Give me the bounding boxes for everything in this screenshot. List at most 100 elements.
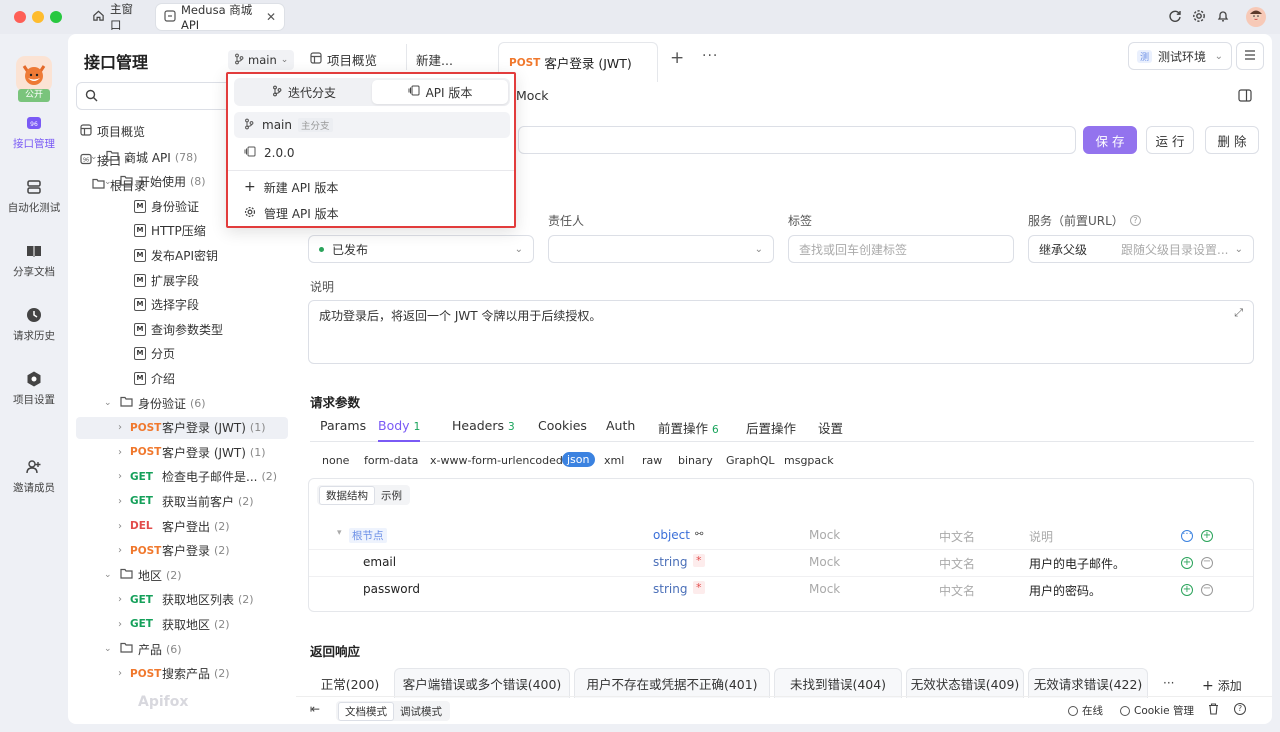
gear-icon[interactable] [1192,9,1206,26]
body-type-option[interactable]: GraphQL [726,454,775,467]
request-tab[interactable]: Cookies [538,418,587,442]
schema-field-description[interactable]: 说明 [1029,528,1053,545]
nav-invite-members[interactable]: 邀请成员 [0,458,68,495]
branch-option-main[interactable]: main 主分支 [234,112,510,138]
nav-project-settings[interactable]: 项目设置 [0,370,68,407]
more-options-icon[interactable]: ··· [1181,530,1193,542]
body-type-option[interactable]: none [322,454,349,467]
manage-api-version-button[interactable]: 管理 API 版本 [234,200,510,226]
add-tab-icon[interactable]: + [670,48,684,68]
help-icon[interactable]: ? [1129,215,1141,226]
tree-doc[interactable]: M 分页 [134,343,175,365]
segment-api-version[interactable]: API 版本 [372,80,508,104]
schema-field-cn-name[interactable]: 中文名 [939,582,975,599]
menu-button[interactable] [1236,42,1264,70]
tree-doc[interactable]: M 查询参数类型 [134,318,223,340]
request-tab[interactable]: Body 1 [378,418,421,442]
debug-mode-button[interactable]: 调试模式 [394,703,448,720]
tree-api[interactable]: › POST 搜索产品 (2) [118,663,230,685]
response-tab[interactable]: 无效状态错误(409) [906,668,1024,698]
tree-doc[interactable]: M 身份验证 [134,195,199,217]
response-tab[interactable]: 客户端错误或多个错误(400) [394,668,570,698]
tree-doc[interactable]: M 选择字段 [134,294,199,316]
body-type-option[interactable]: xml [604,454,624,467]
schema-field-name[interactable]: 根节点 [349,528,387,543]
response-tab[interactable]: 未找到错误(404) [774,668,902,698]
required-marker[interactable]: * [693,581,705,594]
body-type-option[interactable]: msgpack [784,454,834,467]
tree-folder[interactable]: ⌄ 产品 (6) [104,638,182,660]
schema-field-name[interactable]: password [363,582,420,596]
split-panel-icon[interactable] [1238,89,1252,105]
service-select[interactable]: 继承父级 跟随父级目录设置... ⌄ [1028,235,1254,263]
schema-field-mock[interactable]: Mock [809,555,840,569]
body-type-option[interactable]: form-data [364,454,418,467]
request-tab[interactable]: 后置操作 [746,418,796,442]
request-tab[interactable]: Headers 3 [452,418,515,442]
tree-folder[interactable]: ⌄ 商城 API (78) [90,146,197,168]
schema-field-name[interactable]: email [363,555,396,569]
link-icon[interactable]: ⚯ [695,529,703,540]
tree-api[interactable]: › GET 检查电子邮件是... (2) [118,466,277,488]
url-input[interactable] [518,126,1076,154]
tree-doc[interactable]: M 介绍 [134,367,175,389]
required-marker[interactable]: * [693,554,705,567]
request-tab[interactable]: 设置 [818,418,843,442]
version-option-2-0-0[interactable]: 2.0.0 [234,140,510,166]
tree-doc[interactable]: M HTTP压缩 [134,220,206,242]
schema-field-cn-name[interactable]: 中文名 [939,528,975,545]
schema-tab-structure[interactable]: 数据结构 [319,485,375,505]
help-icon[interactable]: ? [1234,703,1246,715]
add-sibling-icon[interactable]: + [1181,584,1193,596]
subtab-mock[interactable]: Mock [516,88,549,103]
online-status[interactable]: 在线 [1068,703,1103,718]
owner-select[interactable]: ⌄ [548,235,774,263]
status-select[interactable]: 已发布 ⌄ [308,235,534,263]
schema-field-mock[interactable]: Mock [809,582,840,596]
schema-field-description[interactable]: 用户的密码。 [1029,582,1101,599]
close-tab-icon[interactable]: ✕ [266,10,276,24]
tree-api[interactable]: › POST 客户登录 (JWT) (1) [118,441,266,463]
tree-api[interactable]: › DEL 客户登出 (2) [118,515,230,537]
schema-field-type[interactable]: object [653,528,690,542]
more-tabs-icon[interactable]: ··· [702,48,718,64]
save-button[interactable]: 保 存 [1083,126,1137,154]
tree-folder[interactable]: ⌄ 开始使用 (8) [104,171,206,193]
response-tab[interactable]: 用户不存在或凭据不正确(401) [574,668,770,698]
bell-icon[interactable] [1216,9,1230,26]
body-type-option[interactable]: json [562,452,595,467]
tree-folder[interactable]: ⌄ 地区 (2) [104,564,182,586]
schema-field-type[interactable]: string [653,582,687,596]
more-responses-icon[interactable]: ··· [1163,676,1174,690]
add-child-icon[interactable]: + [1201,530,1213,542]
new-api-version-button[interactable]: + 新建 API 版本 [234,174,510,200]
tree-api[interactable]: › GET 获取当前客户 (2) [118,490,254,512]
tree-folder[interactable]: ⌄ 身份验证 (6) [104,392,206,414]
schema-field-mock[interactable]: Mock [809,528,840,542]
request-tab[interactable]: Params [320,418,366,442]
tab-project[interactable]: Medusa 商城 API ✕ [156,3,284,32]
tag-input[interactable]: 查找或回车创建标签 [788,235,1014,263]
tree-api[interactable]: › POST 客户登录 (JWT) (1) [76,416,288,439]
nav-api-management[interactable]: 96 接口管理 [0,114,68,151]
delete-button[interactable]: 删 除 [1205,126,1259,154]
collapse-sidebar-icon[interactable]: ⇤ [310,702,320,716]
tree-doc[interactable]: M 扩展字段 [134,269,199,291]
zoom-window-button[interactable] [50,11,62,23]
close-window-button[interactable] [14,11,26,23]
environment-select[interactable]: 测 测试环境 ⌄ [1128,42,1232,70]
remove-field-icon[interactable]: − [1201,584,1213,596]
description-textarea[interactable]: 成功登录后，将返回一个 JWT 令牌以用于后续授权。 ⤢ [308,300,1254,364]
schema-field-cn-name[interactable]: 中文名 [939,555,975,572]
tree-api[interactable]: › GET 获取地区 (2) [118,613,230,635]
body-type-option[interactable]: binary [678,454,713,467]
request-tab[interactable]: Auth [606,418,635,442]
response-tab[interactable]: 正常(200) [310,668,390,698]
trash-icon[interactable] [1208,703,1219,718]
nav-share-docs[interactable]: 分享文档 [0,242,68,279]
refresh-icon[interactable] [1168,9,1182,26]
tree-item-overview[interactable]: 项目概览 [80,120,145,142]
nav-history[interactable]: 请求历史 [0,306,68,343]
project-logo[interactable] [16,56,52,92]
doc-mode-button[interactable]: 文档模式 [338,701,394,721]
